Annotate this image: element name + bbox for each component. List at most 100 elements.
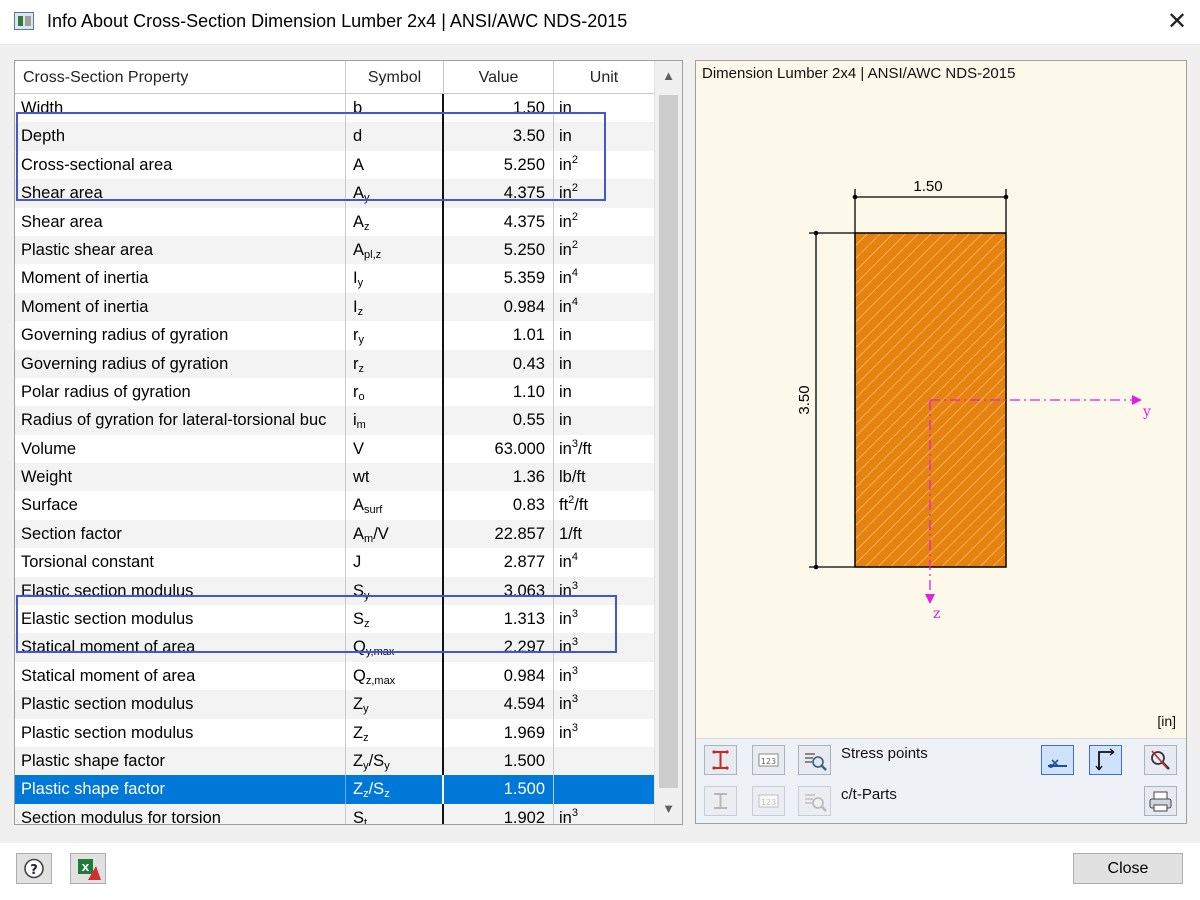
table-row[interactable]: Elastic section modulus Sy 3.063 in3	[15, 576, 655, 606]
table-header: Cross-Section Property Symbol Value Unit	[15, 61, 655, 94]
symbol-cell: Sz	[346, 605, 444, 634]
value-cell: 0.984	[444, 292, 554, 322]
header-symbol[interactable]: Symbol	[346, 61, 444, 93]
unit-main: in	[559, 382, 572, 401]
unit-exponent: 2	[571, 153, 578, 166]
value-cell: 1.902	[444, 803, 554, 824]
table-row[interactable]: Torsional constant J 2.877 in4	[15, 548, 655, 577]
help-button[interactable]: ?	[16, 853, 52, 884]
symbol-subscript: z	[364, 618, 370, 631]
table-row[interactable]: Section modulus for torsion St 1.902 in3	[15, 803, 655, 824]
ct-numbering-button[interactable]: 123	[752, 786, 785, 816]
unit-main: lb/ft	[559, 468, 586, 487]
symbol-main: A	[353, 184, 365, 203]
table-row[interactable]: Moment of inertia Iz 0.984 in4	[15, 292, 655, 322]
unit-cell: in	[554, 350, 655, 378]
symbol-subscript-2: z	[384, 788, 390, 801]
unit-exponent: 3	[571, 608, 578, 621]
unit-exponent: 3	[571, 579, 578, 592]
table-row[interactable]: Section factor Am/V 22.857 1/ft	[15, 519, 655, 549]
table-row[interactable]: Plastic shape factor Zy/Sy 1.500	[15, 746, 655, 776]
excel-export-button[interactable]: X	[70, 853, 106, 884]
value-cell: 2.877	[444, 548, 554, 577]
table-row[interactable]: Statical moment of area Qy,max 2.297 in3	[15, 633, 655, 662]
table-grid: Cross-Section Property Symbol Value Unit…	[15, 61, 655, 824]
table-row[interactable]: Radius of gyration for lateral-torsional…	[15, 406, 655, 435]
symbol-subscript: t	[364, 816, 368, 824]
value-cell: 4.375	[444, 179, 554, 208]
property-cell: Plastic section modulus	[15, 690, 346, 719]
symbol-subscript-2: y	[384, 759, 390, 772]
symbol-cell: Am/V	[346, 519, 444, 549]
unit-main: in	[559, 212, 572, 231]
symbol-suffix: /S	[368, 780, 385, 799]
table-row[interactable]: Shear area Az 4.375 in2	[15, 207, 655, 236]
section-shape-button[interactable]	[704, 745, 737, 775]
width-dimension-label: 1.50	[913, 178, 942, 195]
table-row[interactable]: Depth d 3.50 in	[15, 122, 655, 151]
symbol-subscript: z	[363, 731, 369, 744]
y-axis-label: y	[1142, 404, 1151, 420]
table-row[interactable]: Plastic section modulus Zz 1.969 in3	[15, 718, 655, 747]
unit-main: in	[559, 297, 572, 316]
table-row[interactable]: Statical moment of area Qz,max 0.984 in3	[15, 661, 655, 691]
show-axes-button[interactable]	[1041, 745, 1074, 775]
symbol-cell: Sy	[346, 576, 444, 606]
symbol-subscript: z,max	[365, 674, 396, 687]
symbol-cell: ry	[346, 321, 444, 350]
z-axis-label: z	[933, 606, 940, 622]
symbol-cell: Apl,z	[346, 235, 444, 265]
ct-parts-shape-button[interactable]	[704, 786, 737, 816]
property-cell: Cross-sectional area	[15, 150, 346, 180]
scroll-down-icon[interactable]: ▼	[655, 794, 682, 824]
table-row[interactable]: Plastic shape factor Zz/Sz 1.500	[15, 775, 655, 804]
symbol-subscript: z	[364, 220, 370, 233]
table-row[interactable]: Plastic section modulus Zy 4.594 in3	[15, 690, 655, 719]
header-value[interactable]: Value	[444, 61, 554, 93]
header-property[interactable]: Cross-Section Property	[15, 61, 346, 93]
table-scrollbar[interactable]: ▲ ▼	[654, 61, 682, 824]
symbol-subscript: z	[357, 305, 364, 318]
table-row[interactable]: Width b 1.50 in	[15, 94, 655, 123]
svg-text:123: 123	[761, 757, 776, 766]
dimensions-button[interactable]	[1089, 745, 1122, 775]
unit-cell: in2	[554, 179, 655, 207]
unit-cell: in2	[554, 208, 655, 236]
unit-main: in	[559, 269, 572, 288]
unit-cell	[554, 747, 655, 775]
table-row[interactable]: Surface Asurf 0.83 ft2/ft	[15, 491, 655, 520]
value-cell: 3.063	[444, 576, 554, 606]
table-row[interactable]: Governing radius of gyration rz 0.43 in	[15, 349, 655, 378]
table-row[interactable]: Elastic section modulus Sz 1.313 in3	[15, 605, 655, 634]
print-icon	[1149, 791, 1172, 812]
table-row[interactable]: Cross-sectional area A 5.250 in2	[15, 150, 655, 180]
ct-zoom-list-button[interactable]	[798, 786, 831, 816]
window-close-button[interactable]: ✕	[1154, 0, 1200, 44]
header-unit[interactable]: Unit	[554, 61, 655, 93]
unit-exponent: 4	[571, 551, 578, 564]
unit-main: in	[559, 155, 572, 174]
close-button[interactable]: Close	[1073, 853, 1183, 884]
unit-main: in	[559, 581, 572, 600]
table-row[interactable]: Moment of inertia Iy 5.359 in4	[15, 264, 655, 293]
table-row[interactable]: Shear area Ay 4.375 in2	[15, 179, 655, 208]
print-button[interactable]	[1144, 786, 1177, 816]
scroll-thumb[interactable]	[659, 95, 678, 788]
symbol-main: Q	[353, 638, 366, 657]
unit-cell: in2	[554, 236, 655, 264]
zoom-off-button[interactable]	[1144, 745, 1177, 775]
dialog-body: Cross-Section Property Symbol Value Unit…	[0, 45, 1200, 843]
property-cell: Plastic section modulus	[15, 718, 346, 747]
zoom-list-button[interactable]	[798, 745, 831, 775]
table-row[interactable]: Weight wt 1.36 lb/ft	[15, 463, 655, 492]
value-cell: 0.55	[444, 406, 554, 435]
value-cell: 4.594	[444, 690, 554, 719]
table-row[interactable]: Governing radius of gyration ry 1.01 in	[15, 321, 655, 350]
property-cell: Moment of inertia	[15, 264, 346, 293]
scroll-up-icon[interactable]: ▲	[655, 61, 682, 91]
numbering-button[interactable]: 123	[752, 745, 785, 775]
table-row[interactable]: Plastic shear area Apl,z 5.250 in2	[15, 235, 655, 265]
table-row[interactable]: Volume V 63.000 in3/ft	[15, 434, 655, 464]
unit-main: in	[559, 354, 572, 373]
table-row[interactable]: Polar radius of gyration ro 1.10 in	[15, 377, 655, 407]
